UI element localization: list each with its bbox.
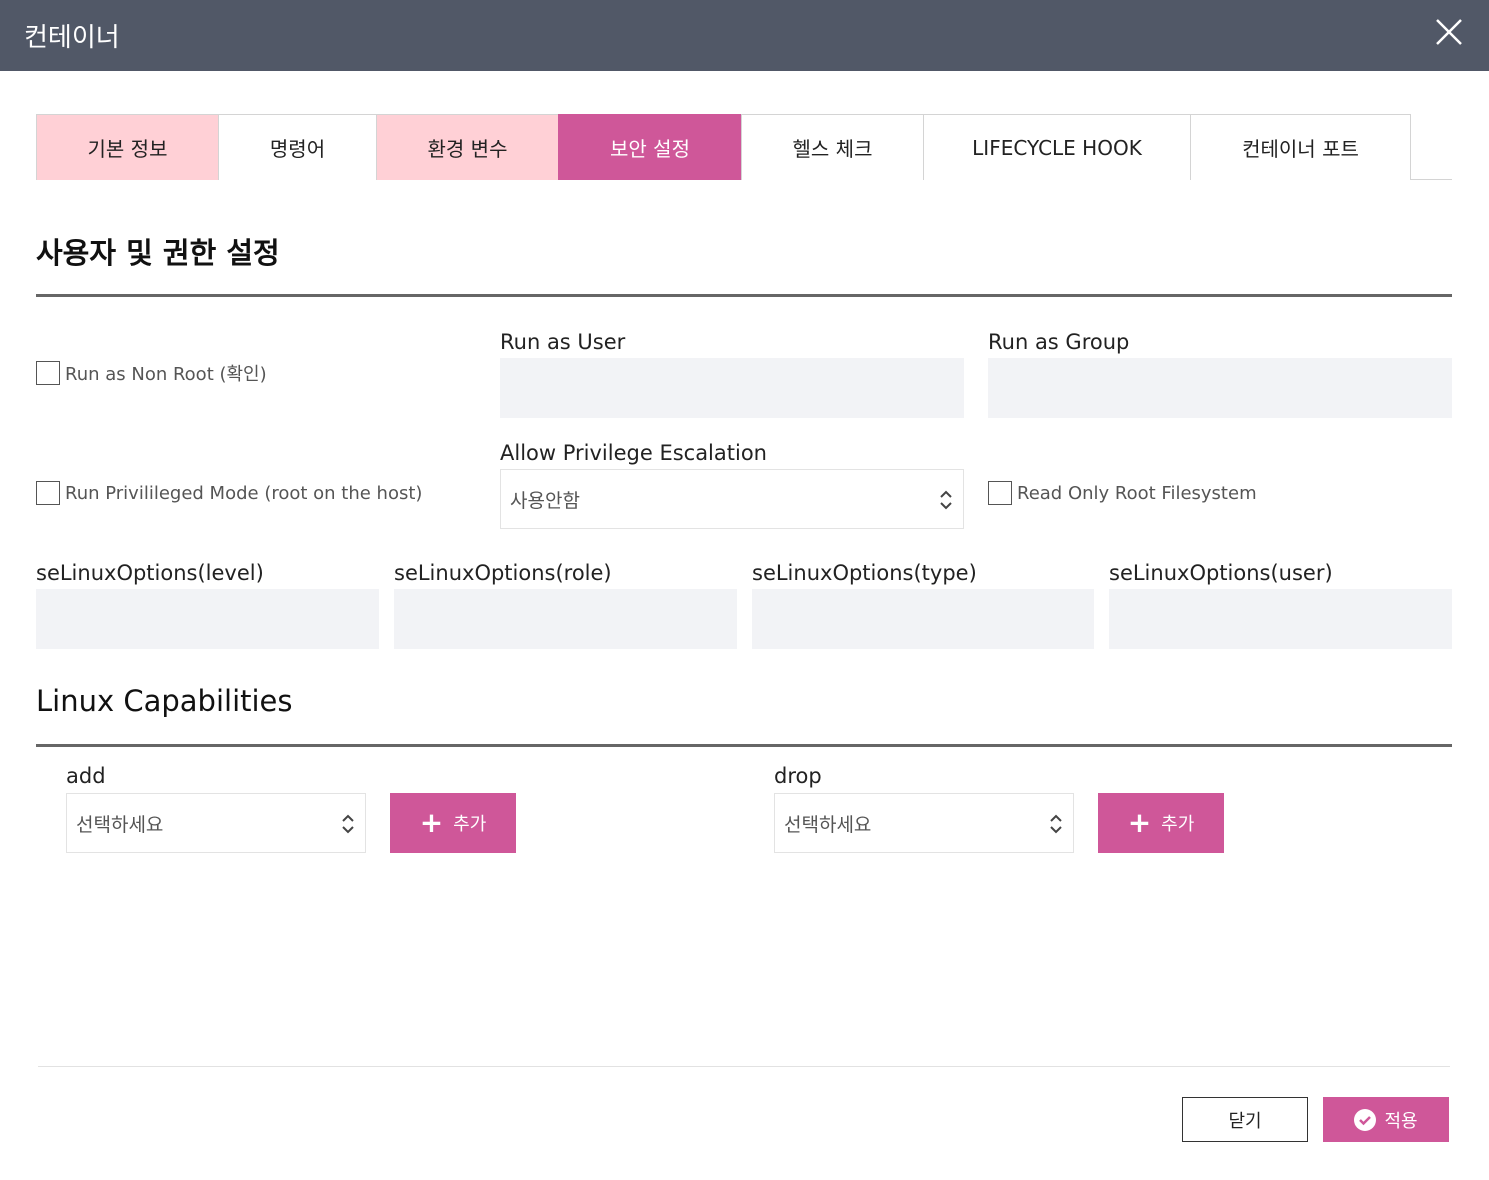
capabilities-drop-label: drop [774, 764, 822, 788]
capabilities-drop-add-button[interactable]: + 추가 [1098, 793, 1224, 853]
run-as-user-input[interactable] [500, 358, 964, 418]
run-as-group-input[interactable] [988, 358, 1452, 418]
allow-privilege-escalation-label: Allow Privilege Escalation [500, 441, 767, 465]
close-icon[interactable] [1434, 17, 1464, 47]
selinux-level-label: seLinuxOptions(level) [36, 561, 264, 585]
section-title-linux-capabilities: Linux Capabilities [36, 684, 293, 718]
capabilities-drop-select[interactable]: 선택하세요 [774, 793, 1074, 853]
plus-icon: + [1127, 806, 1152, 839]
footer-divider [38, 1066, 1450, 1067]
tab-env-vars[interactable]: 환경 변수 [376, 114, 559, 180]
selinux-user-input[interactable] [1109, 589, 1452, 649]
section-divider [36, 744, 1452, 747]
tab-security-settings[interactable]: 보안 설정 [558, 114, 742, 180]
select-arrows-icon [342, 814, 354, 834]
add-button-label: 추가 [453, 814, 487, 835]
run-as-non-root-checkbox[interactable]: Run as Non Root (확인) [36, 360, 267, 386]
section-title-user-permissions: 사용자 및 권한 설정 [36, 236, 280, 270]
select-value: 선택하세요 [76, 813, 164, 836]
section-divider [36, 294, 1452, 297]
apply-button[interactable]: 적용 [1323, 1097, 1449, 1142]
close-button[interactable]: 닫기 [1182, 1097, 1308, 1142]
tab-bar: 기본 정보 명령어 환경 변수 보안 설정 헬스 체크 LIFECYCLE HO… [36, 114, 1452, 180]
select-arrows-icon [1050, 814, 1062, 834]
selinux-type-label: seLinuxOptions(type) [752, 561, 977, 585]
add-button-label: 추가 [1161, 814, 1195, 835]
checkbox-box[interactable] [988, 481, 1012, 505]
dialog-title: 컨테이너 [24, 23, 120, 53]
plus-icon: + [419, 806, 444, 839]
selinux-user-label: seLinuxOptions(user) [1109, 561, 1333, 585]
allow-privilege-escalation-select[interactable]: 사용안함 [500, 469, 964, 529]
selinux-type-input[interactable] [752, 589, 1094, 649]
checkbox-label: Run Privilileged Mode (root on the host) [65, 482, 423, 504]
capabilities-add-button[interactable]: + 추가 [390, 793, 516, 853]
selinux-role-label: seLinuxOptions(role) [394, 561, 612, 585]
tab-command[interactable]: 명령어 [218, 114, 377, 180]
tab-lifecycle-hook[interactable]: LIFECYCLE HOOK [923, 114, 1191, 180]
dialog-titlebar: 컨테이너 [0, 0, 1489, 71]
read-only-root-fs-checkbox[interactable]: Read Only Root Filesystem [988, 481, 1257, 505]
capabilities-add-select[interactable]: 선택하세요 [66, 793, 366, 853]
select-value: 사용안함 [510, 489, 580, 512]
tab-container-port[interactable]: 컨테이너 포트 [1190, 114, 1411, 180]
selinux-role-input[interactable] [394, 589, 737, 649]
apply-button-label: 적용 [1384, 1110, 1418, 1132]
select-arrows-icon [940, 490, 952, 510]
checkbox-box[interactable] [36, 481, 60, 505]
run-as-user-label: Run as User [500, 330, 626, 354]
tab-health-check[interactable]: 헬스 체크 [741, 114, 924, 180]
tab-basic-info[interactable]: 기본 정보 [36, 114, 219, 180]
check-circle-icon [1354, 1108, 1377, 1131]
capabilities-add-label: add [66, 764, 106, 788]
checkbox-box[interactable] [36, 361, 60, 385]
run-as-group-label: Run as Group [988, 330, 1130, 354]
run-privileged-checkbox[interactable]: Run Privilileged Mode (root on the host) [36, 481, 422, 505]
selinux-level-input[interactable] [36, 589, 379, 649]
checkbox-label: Read Only Root Filesystem [1017, 482, 1257, 504]
checkbox-label: Run as Non Root (확인) [65, 364, 267, 385]
select-value: 선택하세요 [784, 813, 872, 836]
